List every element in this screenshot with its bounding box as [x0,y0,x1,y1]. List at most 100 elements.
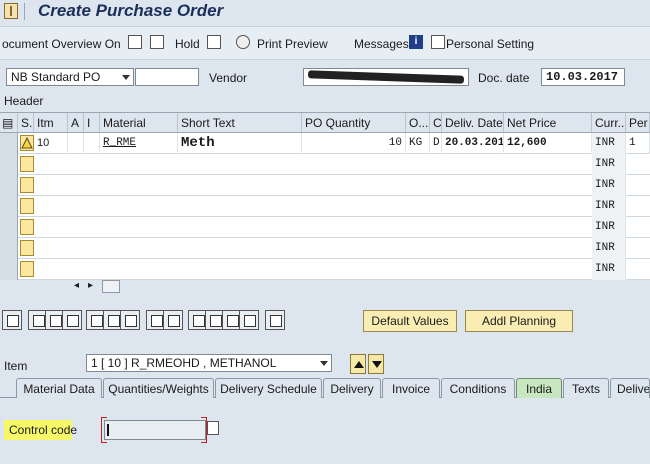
control-code-input[interactable] [104,420,206,440]
table-row[interactable]: INR [0,238,650,259]
tab-delivery-address[interactable]: Delive [610,378,650,398]
row-selector[interactable] [0,259,18,280]
tab-texts[interactable]: Texts [563,378,609,398]
item-category-cell[interactable] [84,133,100,154]
currency-cell[interactable]: INR [592,175,626,196]
row-selector[interactable] [0,196,18,217]
table-row[interactable]: INR [0,259,650,280]
messages-button[interactable]: Messages [354,37,409,51]
matrix-icon[interactable] [163,310,183,330]
row-selector[interactable] [0,154,18,175]
short-text-cell[interactable]: Meth [178,133,302,154]
currency-cell[interactable]: INR [592,133,626,154]
currency-cell[interactable]: INR [592,154,626,175]
order-unit-cell[interactable]: KG [406,133,430,154]
doc-date-label: Doc. date [478,71,530,85]
header-section-label[interactable]: Header [4,94,43,108]
currency-cell[interactable]: INR [592,217,626,238]
tab-delivery-schedule[interactable]: Delivery Schedule [215,378,322,398]
row-selector[interactable] [0,175,18,196]
material-cell[interactable]: R_RME [100,133,178,154]
value-help-icon[interactable] [207,421,219,435]
item-number-cell[interactable]: 10 [34,133,68,154]
column-header[interactable]: C [430,113,442,133]
currency-cell[interactable]: INR [592,259,626,280]
warning-icon [20,135,34,151]
column-header[interactable]: Per [626,113,650,133]
info-icon[interactable]: i [409,35,423,49]
tab-india[interactable]: India [516,378,562,398]
new-document-icon[interactable] [128,35,142,49]
item-select-value: 1 [ 10 ] R_RMEOHD , METHANOL [91,356,277,370]
date-category-cell[interactable]: D [430,133,442,154]
personal-setting-button[interactable]: Personal Setting [446,37,534,51]
column-header[interactable]: Short Text [178,113,302,133]
status-cell[interactable] [20,240,34,256]
configure-icon[interactable] [265,310,285,330]
row-selector[interactable] [0,238,18,259]
document-number-field[interactable] [135,68,199,86]
copy-icon[interactable] [62,310,82,330]
price-unit-cell[interactable]: 1 [626,133,650,154]
document-type-select[interactable]: NB Standard PO [6,68,134,86]
currency-cell[interactable]: INR [592,238,626,259]
tab-material-data[interactable]: Material Data [16,378,102,398]
check-icon[interactable] [207,35,221,49]
item-detail-tabs: Material Data Quantities/Weights Deliver… [0,376,650,398]
unlock-icon[interactable] [120,310,140,330]
document-overview-button[interactable]: ocument Overview On [2,37,121,51]
status-cell[interactable] [20,219,34,235]
scroll-right-icon[interactable]: ▸ [88,280,93,291]
column-header[interactable]: Itm [34,113,68,133]
table-scrollbar[interactable] [102,280,120,293]
tab-invoice[interactable]: Invoice [382,378,440,398]
print-preview-button[interactable]: Print Preview [257,37,328,51]
addl-planning-button[interactable]: Addl Planning [465,310,573,332]
item-select[interactable]: 1 [ 10 ] R_RMEOHD , METHANOL [86,354,332,372]
table-row[interactable]: 10 R_RME Meth 10 KG D 20.03.2017 12,600 … [0,133,650,154]
table-row[interactable]: INR [0,154,650,175]
other-document-icon[interactable] [150,35,164,49]
status-cell[interactable] [20,261,34,277]
column-header[interactable]: S.. [18,113,34,133]
column-header[interactable]: Deliv. Date [442,113,504,133]
delivery-date-cell[interactable]: 20.03.2017 [442,133,504,154]
control-code-label: Control code [4,420,77,440]
po-quantity-cell[interactable]: 10 [302,133,406,154]
status-cell[interactable] [20,156,34,172]
print-icon[interactable] [236,35,250,49]
column-header[interactable]: A [68,113,84,133]
status-cell[interactable] [20,198,34,214]
tab-delivery[interactable]: Delivery [323,378,381,398]
personal-setting-icon[interactable] [431,35,445,49]
currency-cell[interactable]: INR [592,196,626,217]
hold-button[interactable]: Hold [175,37,200,51]
chevron-down-icon [122,75,130,80]
default-values-button[interactable]: Default Values [363,310,457,332]
previous-item-button[interactable] [350,354,366,374]
column-header[interactable]: Net Price [504,113,592,133]
row-selector[interactable] [0,217,18,238]
column-header[interactable]: PO Quantity [302,113,406,133]
details-icon[interactable] [2,310,22,330]
doc-date-field[interactable]: 10.03.2017 [541,68,625,86]
column-header[interactable]: O... [406,113,430,133]
tab-conditions[interactable]: Conditions [441,378,515,398]
tab-quantities-weights[interactable]: Quantities/Weights [103,378,214,398]
row-selector[interactable] [0,133,18,154]
scroll-left-icon[interactable]: ◂ [74,280,79,291]
net-price-cell[interactable]: 12,600 [504,133,592,154]
settings-icon[interactable] [239,310,259,330]
column-header[interactable]: Curr... [592,113,626,133]
table-settings-icon[interactable]: ▤ [0,113,18,133]
status-cell[interactable] [20,177,34,193]
table-toolbar: Default Values Addl Planning [0,306,650,336]
vendor-field[interactable] [303,68,469,86]
column-header[interactable]: I [84,113,100,133]
table-row[interactable]: INR [0,217,650,238]
table-row[interactable]: INR [0,175,650,196]
account-assignment-cell[interactable] [68,133,84,154]
table-row[interactable]: INR [0,196,650,217]
column-header[interactable]: Material [100,113,178,133]
next-item-button[interactable] [368,354,384,374]
